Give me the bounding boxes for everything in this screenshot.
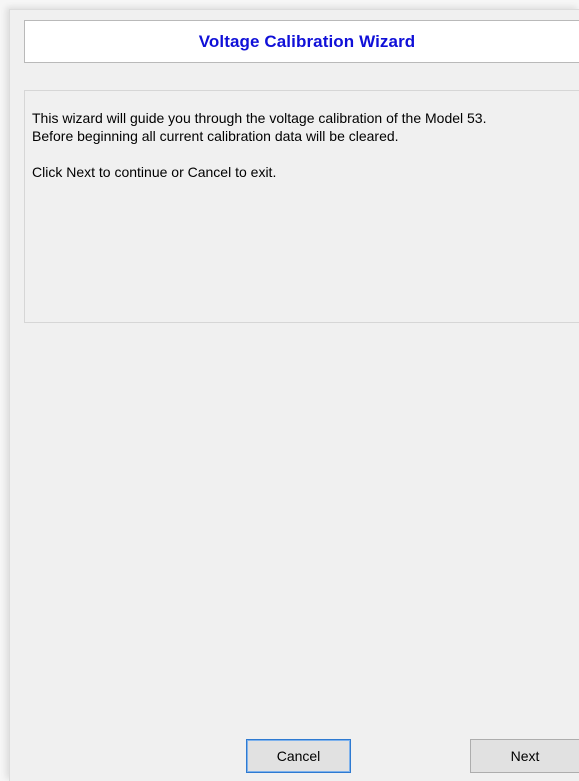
wizard-header: Voltage Calibration Wizard [24, 20, 579, 63]
next-button[interactable]: Next [470, 739, 579, 773]
wizard-title: Voltage Calibration Wizard [198, 31, 416, 51]
instruction-text: Click Next to continue or Cancel to exit… [32, 164, 277, 180]
intro-text-line-2: Before beginning all current calibration… [32, 128, 399, 144]
intro-text-line-1: This wizard will guide you through the v… [32, 110, 487, 126]
cancel-button[interactable]: Cancel [246, 739, 351, 773]
wizard-content-panel: This wizard will guide you through the v… [24, 90, 579, 323]
